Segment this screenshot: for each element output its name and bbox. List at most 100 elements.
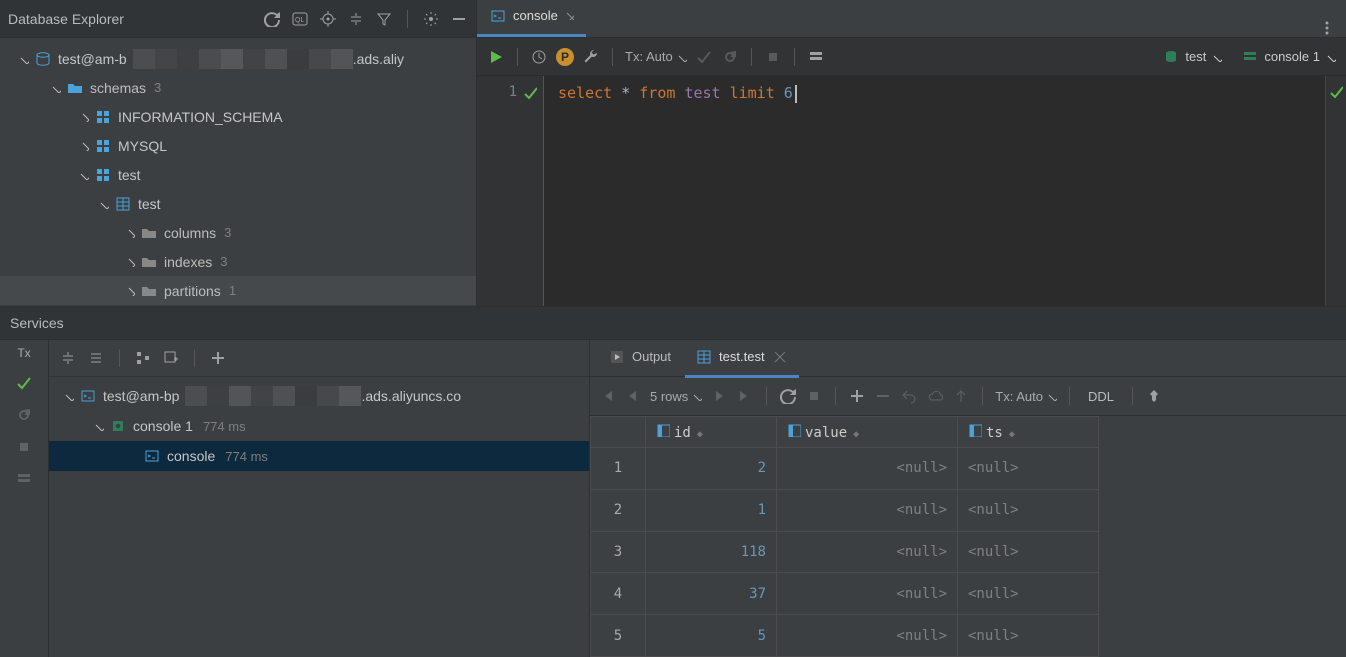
first-page-icon[interactable]: [598, 387, 616, 405]
rows-dropdown[interactable]: 5 rows: [650, 389, 702, 404]
chevron-right-icon[interactable]: [124, 256, 136, 268]
check-icon: [1329, 84, 1343, 98]
tree-layout-icon[interactable]: [134, 349, 152, 367]
filter-icon[interactable]: [375, 10, 393, 28]
revert-icon[interactable]: [900, 387, 918, 405]
partitions-node[interactable]: partitions 1: [0, 276, 476, 305]
db-explorer-header: Database Explorer: [0, 0, 476, 38]
chevron-right-icon[interactable]: [78, 140, 90, 152]
gear-icon[interactable]: [422, 10, 440, 28]
test-schema-label: test: [118, 167, 141, 183]
services-panel: Services Tx: [0, 307, 1346, 657]
next-page-icon[interactable]: [710, 387, 728, 405]
chevron-down-icon[interactable]: [18, 53, 30, 65]
chevron-down-icon[interactable]: [78, 169, 90, 181]
chevron-right-icon[interactable]: [124, 227, 136, 239]
table-icon: [114, 196, 132, 212]
table-row[interactable]: 55<null><null>: [591, 615, 1099, 657]
check-icon[interactable]: [15, 374, 33, 392]
chevron-down-icon: [692, 391, 702, 401]
add-panel-icon[interactable]: [162, 349, 180, 367]
test-schema-node[interactable]: test: [0, 160, 476, 189]
chevron-down-icon[interactable]: [98, 198, 110, 210]
results-tabbar: Output test.test: [590, 340, 1346, 377]
history-icon[interactable]: [530, 48, 548, 66]
ddl-button[interactable]: DDL: [1082, 387, 1120, 406]
col-id-header[interactable]: id◆: [646, 417, 777, 448]
code-text[interactable]: select * from test limit 6: [552, 76, 1325, 306]
test-table-node[interactable]: test: [0, 189, 476, 218]
svc-console1-node[interactable]: console 1 774 ms: [49, 411, 589, 441]
sql-console-icon[interactable]: [291, 10, 309, 28]
chevron-right-icon[interactable]: [78, 111, 90, 123]
locate-icon[interactable]: [319, 10, 337, 28]
info-schema-node[interactable]: INFORMATION_SCHEMA: [0, 102, 476, 131]
tx-mode-dropdown[interactable]: Tx: Auto: [625, 49, 687, 64]
session-chip[interactable]: console 1: [1242, 49, 1336, 65]
add-row-icon[interactable]: [848, 387, 866, 405]
results-panel: Output test.test 5 rows: [590, 340, 1346, 657]
more-icon[interactable]: [1318, 19, 1336, 37]
prev-page-icon[interactable]: [624, 387, 642, 405]
tab-console[interactable]: console: [477, 0, 586, 37]
stop-icon[interactable]: [764, 48, 782, 66]
database-explorer-panel: Database Explorer test@am-b: [0, 0, 476, 306]
svc-console-node[interactable]: console 774 ms: [49, 441, 589, 471]
chevron-down-icon[interactable]: [50, 82, 62, 94]
svc-ds-prefix: test@am-bp: [103, 388, 179, 404]
remove-row-icon[interactable]: [874, 387, 892, 405]
col-ts-header[interactable]: ts◆: [958, 417, 1099, 448]
upload-icon[interactable]: [952, 387, 970, 405]
svc-datasource-node[interactable]: test@am-bp .ads.aliyuncs.co: [49, 381, 589, 411]
tx-badge-icon[interactable]: P: [556, 48, 574, 66]
rownum-header[interactable]: [591, 417, 646, 448]
indexes-node[interactable]: indexes 3: [0, 247, 476, 276]
schema-chip[interactable]: test: [1163, 49, 1222, 65]
table-row[interactable]: 21<null><null>: [591, 489, 1099, 531]
chevron-down-icon[interactable]: [93, 420, 105, 432]
reload-icon[interactable]: [779, 387, 797, 405]
grid-toolbar: 5 rows Tx: Auto: [590, 377, 1346, 416]
chevron-down-icon: [1212, 52, 1222, 62]
refresh-icon[interactable]: [263, 10, 281, 28]
editor-toolbar: P Tx: Auto test: [477, 38, 1346, 76]
datasource-node[interactable]: test@am-b .ads.aliy: [0, 44, 476, 73]
pin-icon[interactable]: [1145, 387, 1163, 405]
db-tree[interactable]: test@am-b .ads.aliy schemas 3 INFORMATIO…: [0, 38, 476, 306]
add-icon[interactable]: [209, 349, 227, 367]
tx-mode-dropdown[interactable]: Tx: Auto: [995, 389, 1057, 404]
stop-square-icon[interactable]: [15, 438, 33, 456]
col-value-header[interactable]: value◆: [777, 417, 958, 448]
tab-result-table[interactable]: test.test: [685, 339, 799, 378]
expand-all-icon[interactable]: [59, 349, 77, 367]
services-tree[interactable]: test@am-bp .ads.aliyuncs.co console 1 77…: [49, 377, 589, 657]
run-icon[interactable]: [487, 48, 505, 66]
schemas-label: schemas: [90, 80, 146, 96]
chevron-down-icon[interactable]: [63, 390, 75, 402]
commit-icon[interactable]: [695, 48, 713, 66]
tab-output[interactable]: Output: [598, 339, 681, 378]
wrench-icon[interactable]: [582, 48, 600, 66]
table-row[interactable]: 3118<null><null>: [591, 531, 1099, 573]
rollback-icon[interactable]: [721, 48, 739, 66]
collapse-all-icon[interactable]: [87, 349, 105, 367]
result-rows-icon[interactable]: [807, 48, 825, 66]
layout-icon[interactable]: [15, 470, 33, 488]
cloud-icon[interactable]: [926, 387, 944, 405]
collapse-icon[interactable]: [347, 10, 365, 28]
chevron-right-icon[interactable]: [124, 285, 136, 297]
minimize-icon[interactable]: [450, 10, 468, 28]
close-icon[interactable]: [771, 348, 789, 366]
table-row[interactable]: 437<null><null>: [591, 573, 1099, 615]
tx-icon[interactable]: Tx: [17, 346, 30, 360]
mysql-schema-node[interactable]: MYSQL: [0, 131, 476, 160]
close-icon[interactable]: [564, 9, 574, 23]
last-page-icon[interactable]: [736, 387, 754, 405]
result-grid[interactable]: id◆ value◆ ts◆ 12<null><null> 21<null><n…: [590, 416, 1346, 657]
columns-node[interactable]: columns 3: [0, 218, 476, 247]
stop-icon[interactable]: [805, 387, 823, 405]
table-row[interactable]: 12<null><null>: [591, 448, 1099, 490]
schemas-node[interactable]: schemas 3: [0, 73, 476, 102]
code-editor[interactable]: 1 select * from test limit 6: [477, 76, 1346, 306]
rerun-icon[interactable]: [15, 406, 33, 424]
